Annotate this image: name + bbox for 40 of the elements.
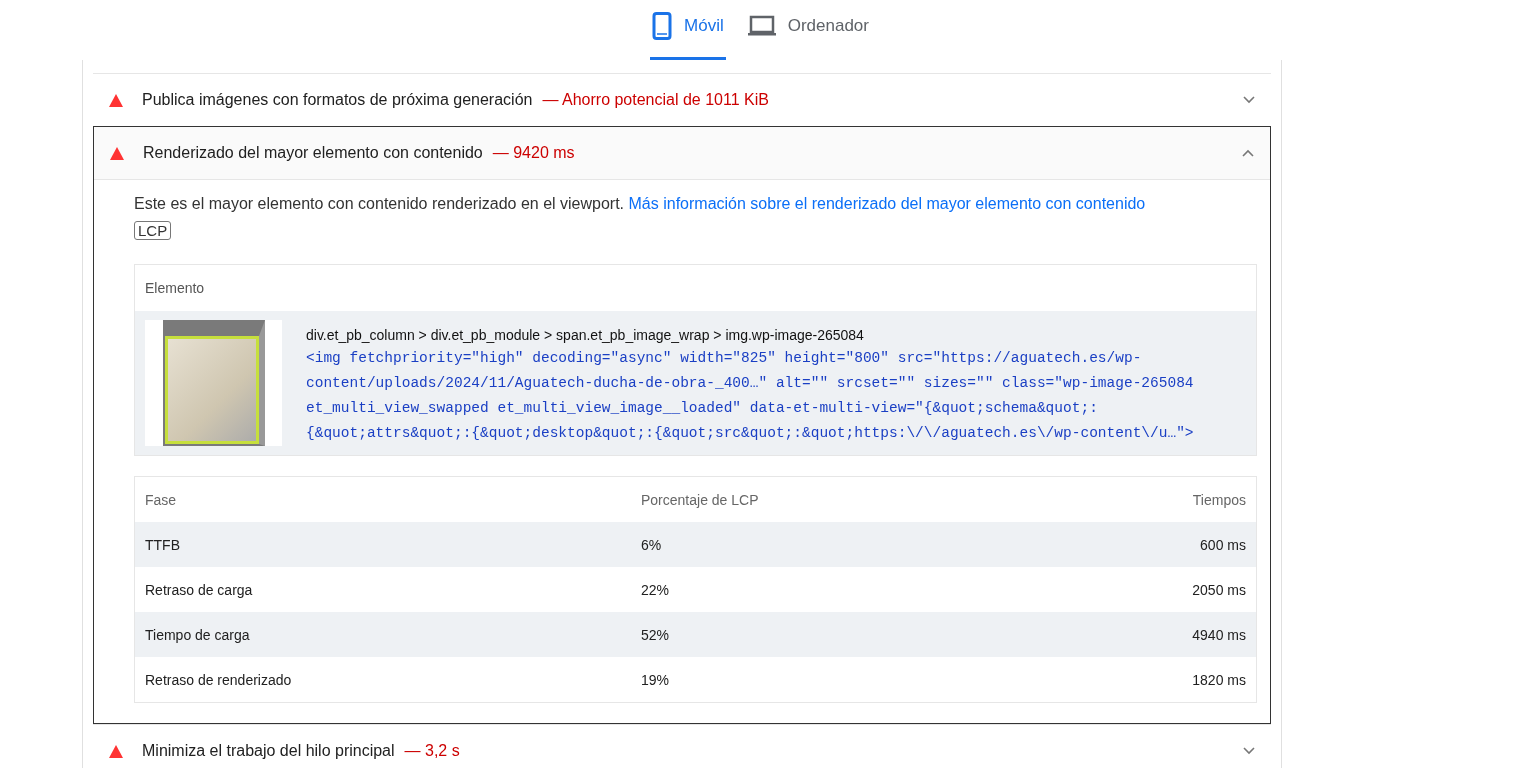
chevron-icon [1242,149,1254,157]
table-cell: 1820 ms [1192,671,1246,688]
table-cell-text: 19% [641,671,671,688]
table-cell-text: 52% [641,626,671,643]
table-cell-text: TTFB [145,536,181,553]
element-snippet: <img fetchpriority="high" decoding="async" width="825" height="800" src="https://aguatech.es/wp-content/uploads/2024/11/Aguatech-ducha-de-obra-_400…" alt="" srcset="" sizes="" class="wp-image-265084 et_multi_view_swapped et_multi_view_image__loaded" data-et-multi-view="{&quot;schema&quot;:{&quot;attrs&quot;:{&quot;desktop&quot;:{&quot;src&quot;:&quot;https:\/\/aguatech.es\/wp-content\/u…"> [306,349,1195,443]
warning-triangle-icon [109,93,123,107]
table-cell: 4940 ms [1192,626,1246,643]
table-cell-text: Tiempo de carga [145,626,251,643]
column-header: Tiempos [1192,491,1246,508]
audit-value: — 9420 ms [492,144,575,162]
metric-tag: LCP [134,221,172,240]
column-header: Porcentaje de LCP [641,491,760,508]
audit-title: Publica imágenes con formatos de próxima generación [142,91,533,109]
device-tab[interactable]: Móvil [650,0,726,60]
table-cell-text: 22% [641,581,671,598]
audit-header[interactable]: Minimiza el trabajo del hilo principal — 3,2 s [93,725,1271,768]
table-cell-text: Retraso de renderizado [145,671,293,688]
audit-title: Minimiza el trabajo del hilo principal [142,742,395,760]
device-tab[interactable]: Ordenador [745,0,871,60]
table-cell: 600 ms [1200,536,1246,553]
element-selector: div.et_pb_column > div.et_pb_module > span.et_pb_image_wrap > img.wp-image-265084 [306,326,865,345]
audit-description: Este es el mayor elemento con contenido renderizado en el viewport. [134,195,625,212]
audit-header[interactable]: Publica imágenes con formatos de próxima generación — Ahorro potencial de 1011 KiB [93,74,1271,126]
table-cell: 2050 ms [1192,581,1246,598]
phone-icon [652,11,672,40]
warning-triangle-icon [109,744,123,758]
audit-title: Renderizado del mayor elemento con contenido [143,144,483,162]
audit-value: — Ahorro potencial de 1011 KiB [542,91,769,109]
column-header: Elemento [145,280,205,296]
audit-header[interactable]: Renderizado del mayor elemento con contenido — 9420 ms [94,127,1270,180]
table-cell-text: Retraso de carga [145,581,254,598]
column-header: Fase [145,491,178,508]
warning-triangle-icon [110,146,124,160]
learn-more-link[interactable]: Más información sobre el renderizado del mayor elemento con contenido [628,195,1146,212]
chevron-icon [1243,96,1255,104]
chevron-icon [1243,747,1255,755]
table-cell-text: 6% [641,536,663,553]
audit-value: — 3,2 s [404,742,460,760]
laptop-icon [747,14,776,37]
